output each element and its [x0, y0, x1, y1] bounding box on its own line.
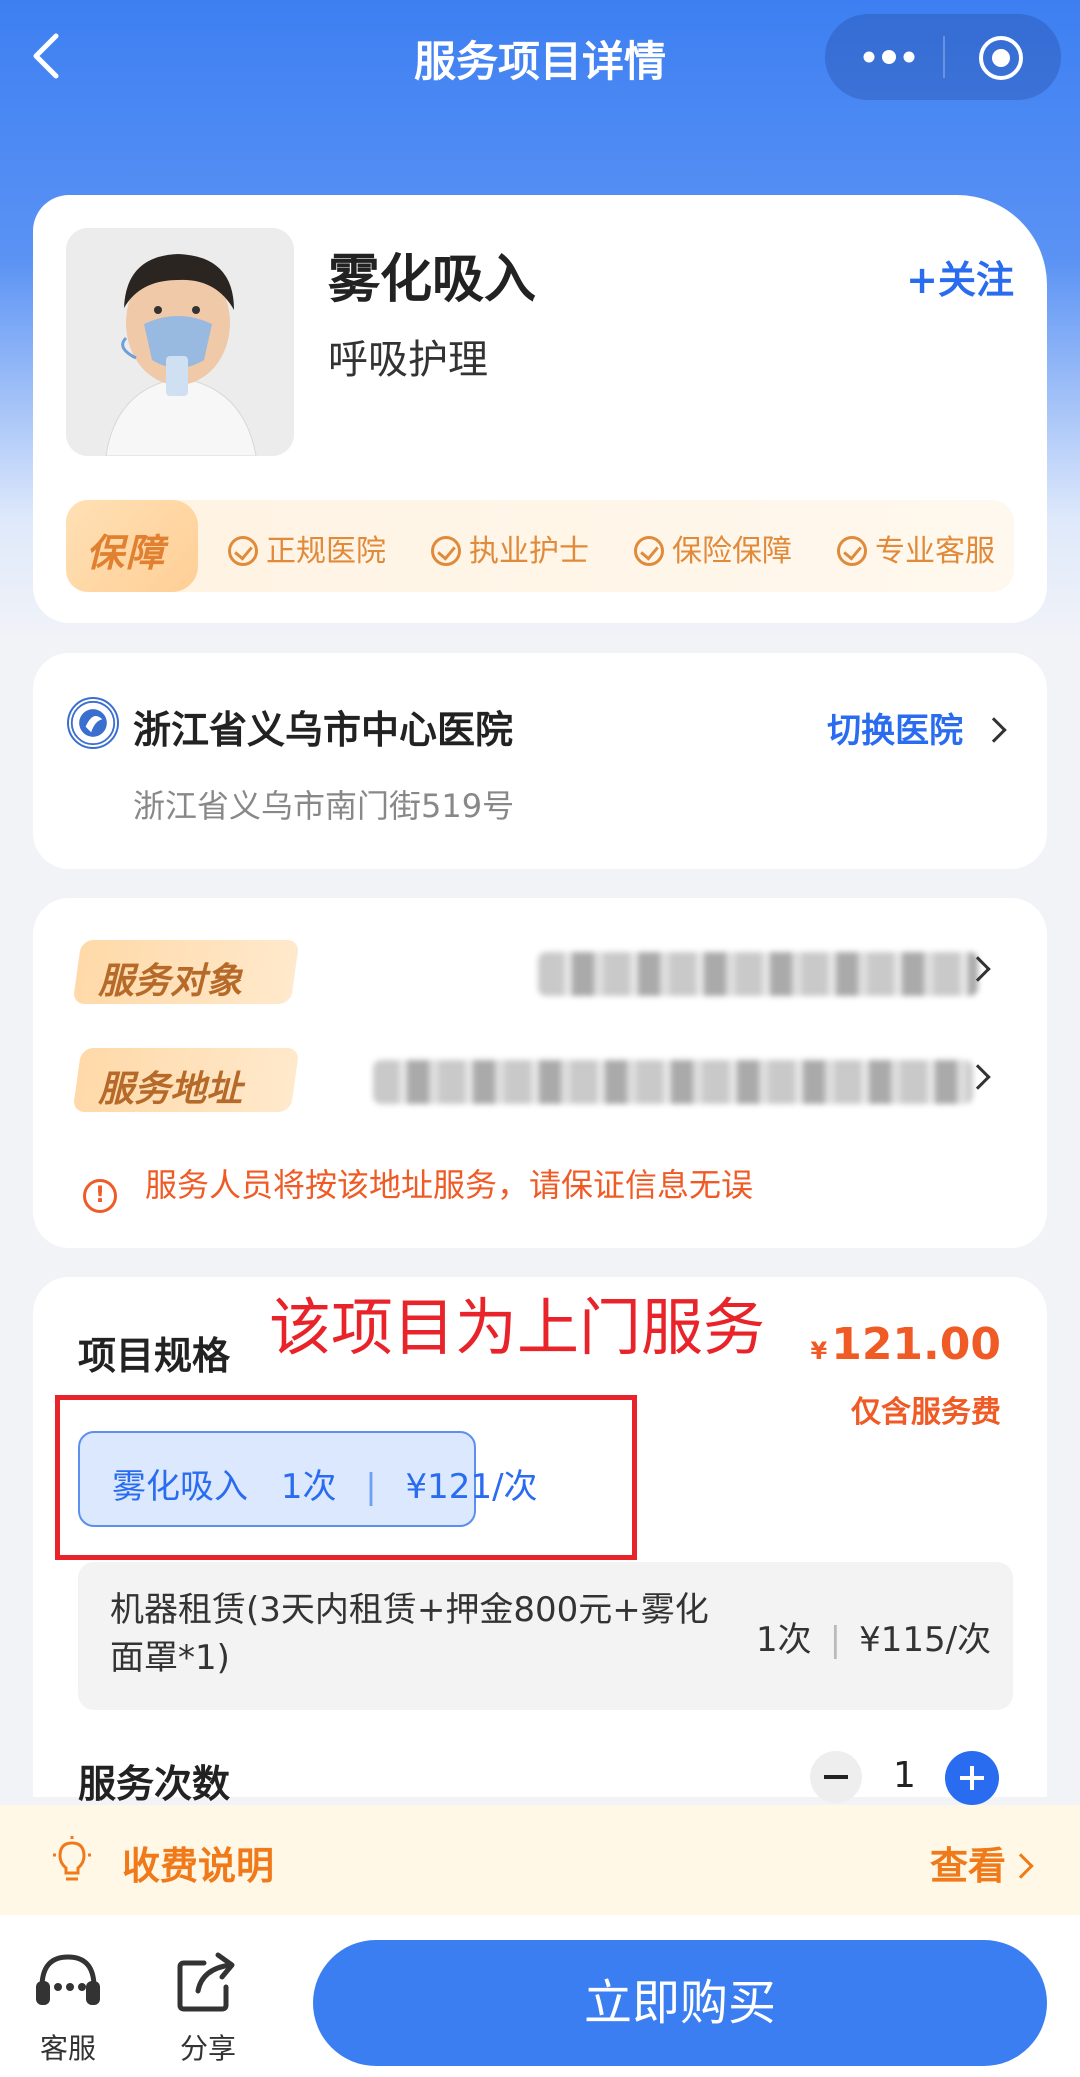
spec-option[interactable]: 机器租赁(3天内租赁+押金800元+雾化面罩*1) 1次 | ¥115/次 [78, 1562, 1013, 1710]
info-circle-icon: ! [83, 1179, 117, 1213]
increase-button[interactable] [945, 1751, 999, 1805]
price: ¥121.00 [810, 1319, 1002, 1370]
red-annotation-text: 该项目为上门服务 [269, 1291, 766, 1364]
mini-program-capsule [825, 14, 1061, 100]
capsule-divider [943, 36, 945, 78]
decrease-button[interactable] [810, 1751, 862, 1803]
top-nav-bar: 服务项目详情 [0, 0, 1080, 120]
bottom-action-bar: 客服 分享 立即购买 [0, 1915, 1080, 2077]
guarantee-item: 执业护士 [431, 526, 589, 570]
service-target-tag: 服务对象 [72, 940, 300, 1004]
product-category: 呼吸护理 [328, 337, 488, 383]
check-circle-icon [634, 536, 664, 566]
service-address-tag: 服务地址 [72, 1048, 300, 1112]
follow-button[interactable]: +关注 [906, 249, 1014, 304]
hospital-name: 浙江省义乌市中心医院 [133, 708, 514, 752]
product-card: 雾化吸入 呼吸护理 +关注 保障 正规医院 执业护士 保险保障 专业客服 [33, 195, 1047, 623]
guarantee-item: 正规医院 [228, 526, 386, 570]
spec-option-selected[interactable]: 雾化吸入 1次 | ¥121/次 [78, 1431, 538, 1527]
product-image [66, 228, 294, 456]
customer-service-icon[interactable] [28, 1947, 108, 2017]
guarantee-item: 保险保障 [634, 526, 792, 570]
service-address-value-blurred[interactable] [373, 1060, 973, 1104]
service-info-card: 服务对象 服务地址 ! 服务人员将按该地址服务，请保证信息无误 [33, 898, 1047, 1248]
fee-explanation-bar[interactable]: 收费说明 查看 [0, 1805, 1080, 1915]
share-icon[interactable] [168, 1947, 248, 2017]
guarantee-bar: 保障 正规医院 执业护士 保险保障 专业客服 [66, 500, 1014, 592]
check-circle-icon [431, 536, 461, 566]
check-circle-icon [837, 536, 867, 566]
buy-now-button[interactable]: 立即购买 [313, 1940, 1047, 2066]
more-dots-icon[interactable] [859, 42, 919, 72]
service-count-label: 服务次数 [78, 1762, 231, 1806]
hospital-address: 浙江省义乌市南门街519号 [133, 787, 515, 825]
chevron-right-icon [1008, 1853, 1034, 1879]
price-note: 仅含服务费 [851, 1395, 1001, 1430]
spec-card: 项目规格 该项目为上门服务 ¥121.00 仅含服务费 雾化吸入 1次 | ¥1… [33, 1277, 1047, 1806]
close-target-icon[interactable] [977, 34, 1025, 82]
chevron-right-icon [981, 717, 1007, 743]
guarantee-badge: 保障 [66, 500, 198, 592]
fee-label: 收费说明 [122, 1844, 275, 1888]
view-fee-link[interactable]: 查看 [930, 1835, 1034, 1890]
hospital-card: 浙江省义乌市中心医院 切换医院 浙江省义乌市南门街519号 [33, 653, 1047, 869]
check-circle-icon [228, 536, 258, 566]
hospital-logo-icon [67, 697, 119, 749]
address-warning: ! 服务人员将按该地址服务，请保证信息无误 [83, 1160, 753, 1213]
lightbulb-icon [53, 1836, 91, 1881]
guarantee-item: 专业客服 [837, 526, 995, 570]
customer-service-label[interactable]: 客服 [18, 2027, 118, 2067]
switch-hospital-link[interactable]: 切换医院 [827, 703, 1007, 752]
share-label[interactable]: 分享 [158, 2027, 258, 2067]
product-name: 雾化吸入 [328, 250, 537, 310]
service-target-value-blurred[interactable] [538, 952, 978, 996]
spec-label: 项目规格 [78, 1334, 231, 1378]
quantity-value: 1 [893, 1755, 916, 1796]
